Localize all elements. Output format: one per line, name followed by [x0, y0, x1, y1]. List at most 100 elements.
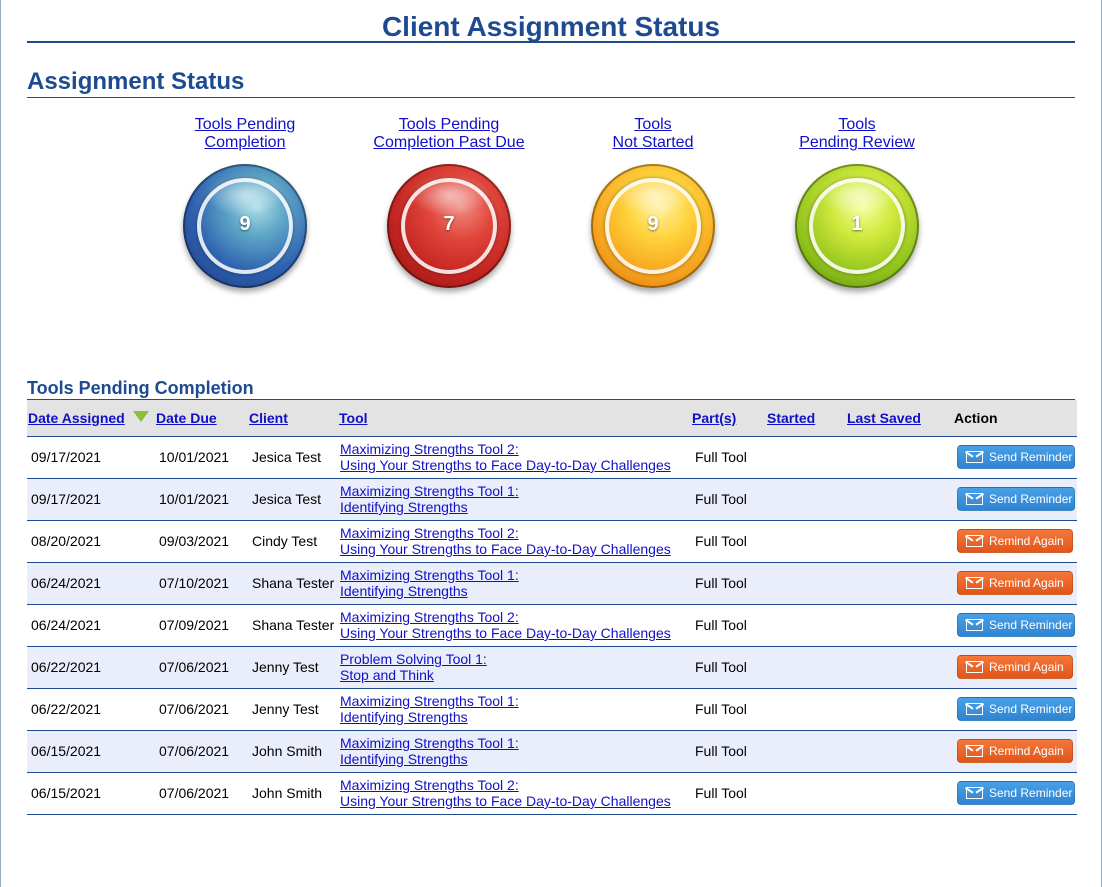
table-row: 06/15/2021 07/06/2021 John Smith Maximizing… [27, 772, 1077, 815]
cell-date-due: 10/01/2021 [155, 478, 248, 521]
cell-parts: Full Tool [691, 646, 766, 689]
tool-link-title[interactable]: Maximizing Strengths Tool 1: [340, 483, 691, 499]
remind-again-button[interactable]: Remind Again [957, 655, 1073, 679]
tool-link-title[interactable]: Maximizing Strengths Tool 1: [340, 693, 691, 709]
status-not-started: Tools Not Started 9 [553, 116, 753, 288]
envelope-icon [966, 619, 983, 631]
cell-parts: Full Tool [691, 520, 766, 563]
tool-link-subtitle[interactable]: Identifying Strengths [340, 499, 691, 515]
status-pending-review-orb[interactable]: 1 [795, 164, 919, 288]
button-label: Send Reminder [989, 786, 1073, 800]
tool-link-title[interactable]: Maximizing Strengths Tool 2: [340, 777, 691, 793]
envelope-icon [966, 745, 983, 757]
table-row: 08/20/2021 09/03/2021 Cindy Test Maximizing… [27, 520, 1077, 563]
cell-date-assigned: 06/22/2021 [27, 688, 155, 731]
tool-link-subtitle[interactable]: Identifying Strengths [340, 583, 691, 599]
cell-date-due: 07/10/2021 [155, 562, 248, 605]
cell-date-assigned: 06/24/2021 [27, 604, 155, 647]
sort-client[interactable]: Client [249, 410, 288, 426]
send-reminder-button[interactable]: Send Reminder [957, 613, 1075, 637]
status-count: 7 [443, 213, 455, 235]
sort-tool[interactable]: Tool [339, 410, 368, 426]
send-reminder-button[interactable]: Send Reminder [957, 697, 1075, 721]
send-reminder-button[interactable]: Send Reminder [957, 445, 1075, 469]
sort-date-due[interactable]: Date Due [156, 410, 217, 426]
tool-link-subtitle[interactable]: Using Your Strengths to Face Day-to-Day … [340, 793, 691, 809]
col-date-assigned: Date Assigned [27, 400, 155, 437]
cell-client: Jenny Test [248, 688, 338, 731]
cell-last-saved [846, 730, 953, 773]
cell-tool: Maximizing Strengths Tool 2: Using Your S… [338, 520, 691, 563]
tool-link-title[interactable]: Maximizing Strengths Tool 1: [340, 735, 691, 751]
table-row: 09/17/2021 10/01/2021 Jesica Test Maximizin… [27, 436, 1077, 479]
sort-parts[interactable]: Part(s) [692, 410, 736, 426]
cell-started [766, 562, 846, 605]
cell-parts: Full Tool [691, 772, 766, 815]
status-pending-completion-orb[interactable]: 9 [183, 164, 307, 288]
tool-link-subtitle[interactable]: Using Your Strengths to Face Day-to-Day … [340, 541, 691, 557]
sort-last-saved[interactable]: Last Saved [847, 410, 921, 426]
tool-link-subtitle[interactable]: Identifying Strengths [340, 709, 691, 725]
status-past-due-orb[interactable]: 7 [387, 164, 511, 288]
tool-link-subtitle[interactable]: Using Your Strengths to Face Day-to-Day … [340, 457, 691, 473]
cell-started [766, 646, 846, 689]
remind-again-button[interactable]: Remind Again [957, 571, 1073, 595]
cell-tool: Maximizing Strengths Tool 1: Identifying … [338, 478, 691, 521]
tool-link-subtitle[interactable]: Identifying Strengths [340, 751, 691, 767]
button-label: Send Reminder [989, 702, 1073, 716]
cell-date-due: 07/06/2021 [155, 730, 248, 773]
cell-parts: Full Tool [691, 730, 766, 773]
tool-link-title[interactable]: Maximizing Strengths Tool 2: [340, 441, 691, 457]
sort-started[interactable]: Started [767, 410, 815, 426]
tool-link-title[interactable]: Maximizing Strengths Tool 2: [340, 609, 691, 625]
send-reminder-button[interactable]: Send Reminder [957, 781, 1075, 805]
page: Client Assignment Status Assignment Stat… [1, 0, 1101, 815]
table-row: 06/15/2021 07/06/2021 John Smith Maximizing… [27, 730, 1077, 773]
cell-last-saved [846, 520, 953, 563]
status-past-due: Tools Pending Completion Past Due 7 [349, 116, 549, 288]
col-date-due: Date Due [155, 400, 248, 437]
status-pending-completion-link[interactable]: Tools Pending Completion [145, 116, 345, 152]
cell-last-saved [846, 436, 953, 479]
cell-started [766, 604, 846, 647]
cell-last-saved [846, 604, 953, 647]
cell-started [766, 730, 846, 773]
status-summary: Tools Pending Completion 9 Tools Pending… [27, 98, 1075, 378]
tool-link-subtitle[interactable]: Stop and Think [340, 667, 691, 683]
tool-link-title[interactable]: Problem Solving Tool 1: [340, 651, 691, 667]
cell-client: John Smith [248, 772, 338, 815]
sort-descending-icon[interactable] [132, 410, 149, 422]
button-label: Remind Again [989, 744, 1064, 758]
cell-last-saved [846, 478, 953, 521]
sort-date-assigned[interactable]: Date Assigned [28, 410, 125, 426]
envelope-icon [966, 535, 983, 547]
cell-started [766, 772, 846, 815]
status-not-started-orb[interactable]: 9 [591, 164, 715, 288]
cell-action: Send Reminder [953, 478, 1077, 521]
status-not-started-link[interactable]: Tools Not Started [553, 116, 753, 152]
cell-tool: Maximizing Strengths Tool 1: Identifying … [338, 562, 691, 605]
remind-again-button[interactable]: Remind Again [957, 529, 1073, 553]
send-reminder-button[interactable]: Send Reminder [957, 487, 1075, 511]
col-parts: Part(s) [691, 400, 766, 437]
cell-started [766, 688, 846, 731]
table-row: 06/22/2021 07/06/2021 Jenny Test Problem So… [27, 646, 1077, 689]
table-row: 09/17/2021 10/01/2021 Jesica Test Maximizin… [27, 478, 1077, 521]
status-past-due-link[interactable]: Tools Pending Completion Past Due [349, 116, 549, 152]
cell-tool: Maximizing Strengths Tool 2: Using Your S… [338, 604, 691, 647]
cell-client: Shana Tester [248, 604, 338, 647]
col-last-saved: Last Saved [846, 400, 953, 437]
status-count: 9 [239, 213, 251, 235]
status-count: 1 [851, 213, 863, 235]
tool-link-subtitle[interactable]: Using Your Strengths to Face Day-to-Day … [340, 625, 691, 641]
tool-link-title[interactable]: Maximizing Strengths Tool 1: [340, 567, 691, 583]
tool-link-title[interactable]: Maximizing Strengths Tool 2: [340, 525, 691, 541]
status-pending-review-link[interactable]: Tools Pending Review [757, 116, 957, 152]
button-label: Remind Again [989, 660, 1064, 674]
cell-parts: Full Tool [691, 562, 766, 605]
remind-again-button[interactable]: Remind Again [957, 739, 1073, 763]
cell-client: Jesica Test [248, 478, 338, 521]
page-title: Client Assignment Status [27, 0, 1075, 43]
envelope-icon [966, 577, 983, 589]
cell-action: Remind Again [953, 520, 1077, 563]
